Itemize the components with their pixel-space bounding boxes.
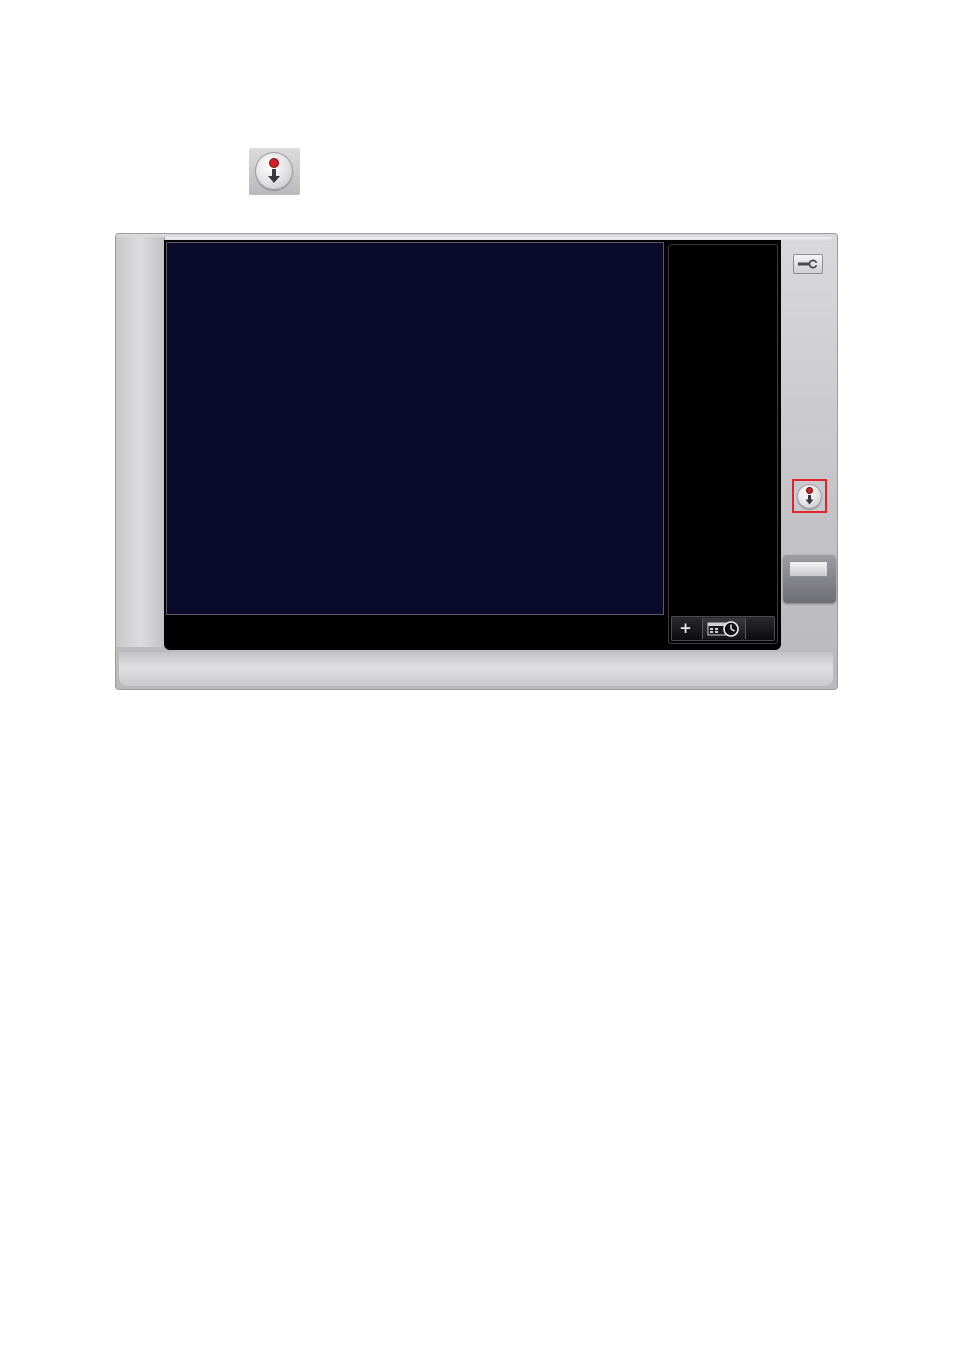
- channel-list-panel[interactable]: [668, 244, 778, 644]
- add-button[interactable]: +: [672, 618, 699, 639]
- window-bottom-rim: [119, 652, 833, 686]
- left-bezel: [116, 237, 165, 647]
- schedule-button[interactable]: [702, 618, 746, 639]
- wrench-icon: [798, 259, 818, 269]
- panel-toggle-button[interactable]: [783, 555, 836, 603]
- video-display-area[interactable]: [166, 242, 664, 615]
- record-download-icon: [797, 484, 822, 509]
- settings-button[interactable]: [793, 254, 823, 274]
- schedule-clock-icon: [707, 621, 739, 637]
- record-download-icon: [249, 148, 300, 195]
- app-window: +: [115, 233, 838, 690]
- panel-toggle-button-face: [789, 561, 828, 577]
- record-button[interactable]: [792, 479, 827, 513]
